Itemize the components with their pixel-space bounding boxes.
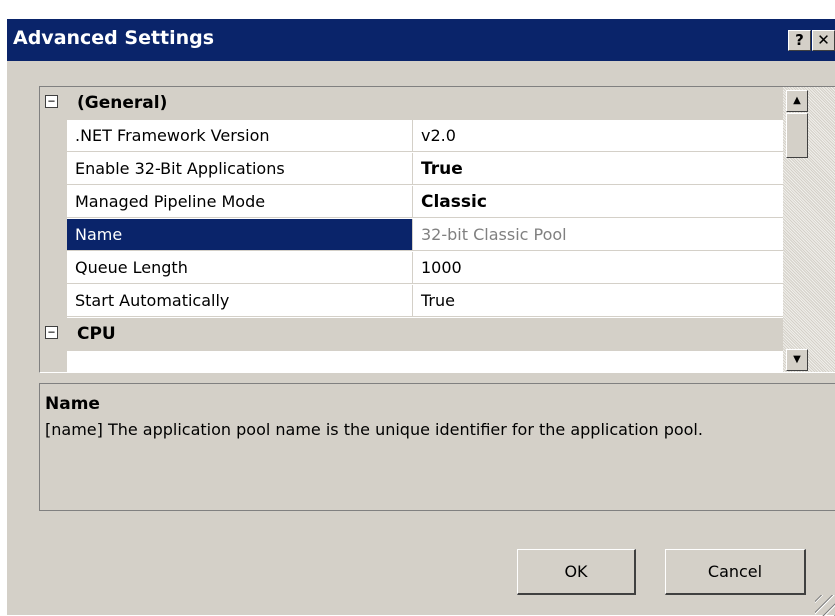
property-value[interactable]: 32-bit Classic Pool — [413, 219, 783, 251]
row-margin — [40, 351, 67, 372]
title-bar[interactable]: Advanced Settings ? ✕ — [7, 19, 835, 61]
category-general[interactable]: − (General) — [40, 87, 783, 120]
close-button[interactable]: ✕ — [812, 30, 835, 51]
row-margin — [40, 186, 67, 219]
property-row-start-automatically[interactable]: Start Automatically True — [40, 285, 783, 318]
resize-grip-icon[interactable] — [815, 595, 835, 616]
property-value[interactable]: v2.0 — [413, 120, 783, 152]
ok-button[interactable]: OK — [517, 549, 636, 595]
property-row-managed-pipeline-mode[interactable]: Managed Pipeline Mode Classic — [40, 186, 783, 219]
property-row-name[interactable]: Name 32-bit Classic Pool — [40, 219, 783, 252]
dialog-title: Advanced Settings — [13, 27, 215, 49]
next-row-partial — [40, 351, 783, 372]
property-row-queue-length[interactable]: Queue Length 1000 — [40, 252, 783, 285]
property-row-enable-32-bit[interactable]: Enable 32-Bit Applications True — [40, 153, 783, 186]
property-value[interactable]: Classic — [413, 186, 783, 218]
property-value[interactable]: 1000 — [413, 252, 783, 284]
property-value[interactable]: True — [413, 285, 783, 317]
description-text: [name] The application pool name is the … — [45, 420, 703, 439]
cancel-button[interactable]: Cancel — [665, 549, 806, 595]
row-margin — [40, 285, 67, 318]
collapse-icon[interactable]: − — [45, 326, 58, 339]
vertical-scrollbar[interactable]: ▲ ▼ — [783, 87, 835, 372]
scroll-up-arrow-icon[interactable]: ▲ — [786, 90, 808, 112]
help-button[interactable]: ? — [788, 30, 811, 51]
collapse-icon[interactable]: − — [45, 95, 58, 108]
category-label: (General) — [77, 93, 168, 113]
property-name[interactable]: Name — [67, 219, 413, 251]
property-name[interactable]: .NET Framework Version — [67, 120, 413, 152]
property-grid: − (General) .NET Framework Version v2.0 … — [39, 86, 835, 373]
property-name[interactable]: Managed Pipeline Mode — [67, 186, 413, 218]
description-pane: Name [name] The application pool name is… — [39, 383, 835, 511]
row-margin — [40, 252, 67, 285]
scroll-down-arrow-icon[interactable]: ▼ — [786, 349, 808, 371]
row-margin — [40, 153, 67, 186]
property-name[interactable]: Enable 32-Bit Applications — [67, 153, 413, 185]
category-cpu[interactable]: − CPU — [40, 318, 783, 351]
scrollbar-thumb[interactable] — [786, 113, 808, 158]
row-margin — [40, 219, 67, 252]
property-name[interactable]: Start Automatically — [67, 285, 413, 317]
property-name[interactable]: Queue Length — [67, 252, 413, 284]
advanced-settings-dialog: Advanced Settings ? ✕ − (General) .NET F… — [6, 18, 835, 616]
row-margin — [40, 120, 67, 153]
category-label: CPU — [77, 324, 116, 344]
property-grid-rows: − (General) .NET Framework Version v2.0 … — [40, 87, 783, 372]
property-value[interactable]: True — [413, 153, 783, 185]
property-row-net-framework-version[interactable]: .NET Framework Version v2.0 — [40, 120, 783, 153]
description-title: Name — [45, 394, 100, 414]
